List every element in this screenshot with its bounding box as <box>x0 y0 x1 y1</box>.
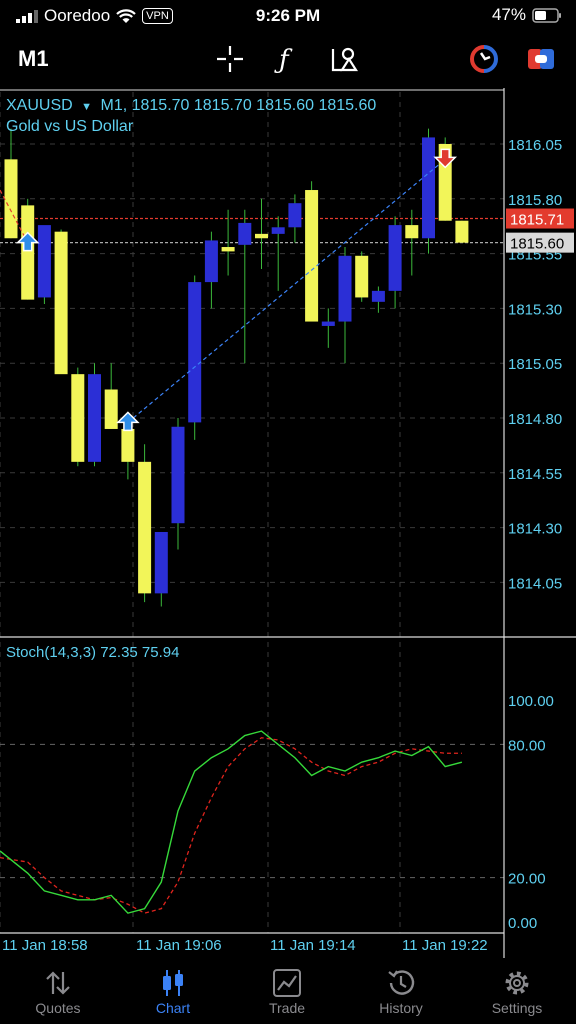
bullish-candle <box>188 282 202 423</box>
bearish-candle <box>405 225 419 239</box>
tab-label: Quotes <box>35 1000 81 1016</box>
bearish-candle <box>355 255 369 298</box>
time-tick-label: 11 Jan 19:14 <box>270 937 356 954</box>
bearish-candle <box>71 374 85 462</box>
symbol-description: Gold vs US Dollar <box>6 118 134 135</box>
buy-arrow-icon <box>116 411 140 432</box>
tab-settings[interactable]: Settings <box>467 966 567 1016</box>
bearish-candle <box>104 389 118 429</box>
stoch-main-line <box>0 730 463 914</box>
bearish-candle <box>4 159 18 239</box>
chart-icon <box>163 970 183 996</box>
settings-icon <box>505 971 529 995</box>
quotes-icon <box>46 971 70 995</box>
bullish-candle <box>238 222 252 245</box>
bearish-candle <box>138 461 152 594</box>
bullish-candle <box>338 255 352 322</box>
clock: 9:26 PM <box>255 6 321 25</box>
bearish-candle <box>21 205 35 300</box>
stoch-tick-label: 20.00 <box>508 871 546 888</box>
bullish-candle <box>288 203 302 228</box>
bullish-candle <box>422 137 435 239</box>
battery-icon <box>532 7 561 23</box>
tab-label: Chart <box>155 1000 191 1016</box>
price-tick-label: 1815.30 <box>508 301 562 318</box>
bullish-candle <box>88 374 101 462</box>
bullish-candle <box>171 426 185 524</box>
bid-price-label: 1815.60 <box>510 236 564 253</box>
time-axis: 11 Jan 18:58 11 Jan 19:06 11 Jan 19:14 11 J… <box>2 937 488 954</box>
stochastic-indicator <box>0 730 463 914</box>
stoch-signal-line <box>0 737 462 914</box>
bullish-candle <box>321 321 335 326</box>
tab-label: Settings <box>491 1000 543 1016</box>
price-tick-label: 1814.55 <box>508 466 562 483</box>
time-tick-label: 11 Jan 18:58 <box>2 937 88 954</box>
tab-quotes[interactable]: Quotes <box>8 966 108 1016</box>
bearish-candle <box>255 233 268 239</box>
bearish-candle <box>305 190 319 322</box>
bullish-candle <box>388 225 402 291</box>
stoch-tick-label: 100.00 <box>508 693 554 710</box>
chart-type-icon[interactable] <box>526 44 556 74</box>
stoch-tick-label: 80.00 <box>508 737 546 754</box>
tab-label: History <box>379 1000 423 1016</box>
bullish-candle <box>204 240 218 283</box>
chart-symbol[interactable]: XAUUSD ▼ M1, 1815.70 1815.70 1815.60 181… <box>6 97 376 114</box>
status-bar: Ooredoo VPN 9:26 PM 47% <box>0 0 576 32</box>
price-tick-label: 1814.30 <box>508 521 562 538</box>
battery-percent: 47% <box>491 5 526 24</box>
time-tick-label: 11 Jan 19:06 <box>136 937 222 954</box>
buy-arrow-icon <box>15 231 40 252</box>
stoch-tick-label: 0.00 <box>508 915 537 932</box>
tab-chart[interactable]: Chart <box>123 966 223 1016</box>
bearish-candle <box>54 231 68 375</box>
one-click-trading-icon[interactable] <box>469 44 499 74</box>
indicator-label: Stoch(14,3,3) 72.35 75.94 <box>6 644 179 661</box>
candles <box>0 128 469 607</box>
tab-label: Trade <box>268 1000 306 1016</box>
history-icon <box>388 970 415 995</box>
crosshair-icon[interactable] <box>215 44 245 74</box>
price-chart[interactable]: 1816.051815.801815.551815.301815.051814.… <box>0 88 576 958</box>
price-tick-label: 1816.05 <box>508 137 562 154</box>
svg-text:ƒ: ƒ <box>274 45 293 74</box>
time-tick-label: 11 Jan 19:22 <box>402 937 488 954</box>
battery-status: 47% <box>492 5 562 25</box>
bearish-candle <box>121 428 135 462</box>
sell-arrow-icon <box>433 148 458 169</box>
price-tick-label: 1815.05 <box>508 356 562 373</box>
chart-toolbar: M1 ƒ <box>0 34 576 84</box>
bullish-candle <box>371 290 385 302</box>
timeframe-button[interactable]: M1 <box>18 46 49 72</box>
price-tick-label: 1814.80 <box>508 411 562 428</box>
trade-icon <box>273 969 301 997</box>
tab-history[interactable]: History <box>351 966 451 1016</box>
price-tick-label: 1815.80 <box>508 192 562 209</box>
objects-icon[interactable] <box>330 44 360 74</box>
function-icon[interactable]: ƒ <box>272 44 302 74</box>
bearish-candle <box>455 220 469 243</box>
ask-price-label: 1815.71 <box>510 212 564 229</box>
bullish-candle <box>271 227 285 234</box>
price-tick-label: 1814.05 <box>508 575 562 592</box>
bottom-tab-bar: Quotes Chart Trade History Settings <box>0 958 576 1024</box>
bullish-candle <box>37 225 51 298</box>
tab-trade[interactable]: Trade <box>237 966 337 1016</box>
price-axis: 1816.051815.801815.551815.301815.051814.… <box>506 137 574 932</box>
bearish-candle <box>221 247 235 252</box>
bullish-candle <box>154 531 168 594</box>
